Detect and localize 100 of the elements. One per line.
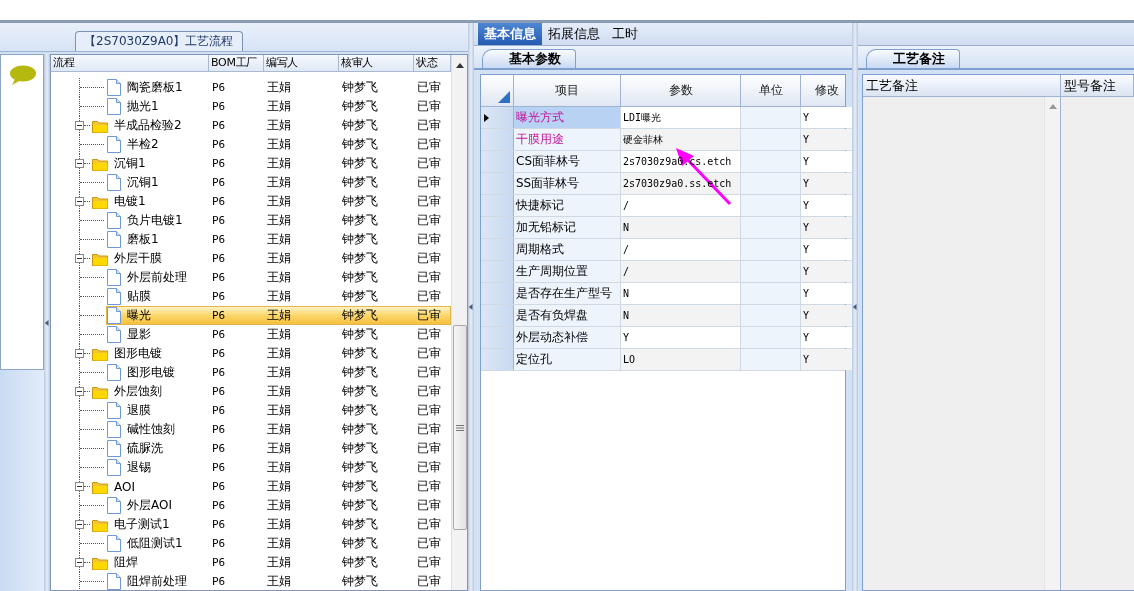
tree-row[interactable]: 外层干膜 P6 王娟 钟梦飞 已审 (91, 249, 451, 268)
collapse-icon[interactable] (75, 520, 84, 529)
table-cell[interactable]: Y (801, 283, 853, 304)
table-cell[interactable]: N (621, 305, 741, 326)
scroll-up-icon[interactable] (455, 62, 464, 70)
tree-row[interactable]: 半成品检验2 P6 王娟 钟梦飞 已审 (91, 116, 451, 135)
table-cell[interactable]: Y (801, 305, 853, 326)
tree-row[interactable]: 曝光 P6 王娟 钟梦飞 已审 (106, 306, 451, 325)
table-cell[interactable]: / (621, 261, 741, 282)
table-cell[interactable]: Y (801, 217, 853, 238)
panel-title-tab[interactable]: 【2S7030Z9A0】工艺流程 (75, 31, 243, 51)
tab[interactable]: 基本参数 (482, 49, 576, 68)
table-cell[interactable]: Y (801, 239, 853, 260)
collapse-icon[interactable] (75, 159, 84, 168)
tree-row[interactable]: 图形电镀 P6 王娟 钟梦飞 已审 (91, 344, 451, 363)
table-cell[interactable]: Y (801, 327, 853, 348)
tree-row[interactable]: 退锡 P6 王娟 钟梦飞 已审 (106, 458, 451, 477)
table-cell[interactable] (741, 217, 801, 238)
table-cell[interactable]: / (621, 195, 741, 216)
table-cell-text: P6 (211, 252, 227, 265)
table-cell[interactable]: N (621, 217, 741, 238)
table-cell[interactable] (741, 151, 801, 172)
tree-row[interactable]: 磨板1 P6 王娟 钟梦飞 已审 (106, 230, 451, 249)
tree-row[interactable]: 电镀1 P6 王娟 钟梦飞 已审 (91, 192, 451, 211)
node-label: 阻焊 (114, 554, 138, 571)
tree-row[interactable]: 阻焊 P6 王娟 钟梦飞 已审 (91, 553, 451, 572)
table-cell: 生产周期位置 (514, 261, 621, 282)
tree-row[interactable]: 阻焊前处理 P6 王娟 钟梦飞 已审 (106, 572, 451, 590)
column-header[interactable]: 流程 (51, 55, 209, 71)
collapse-arrow-icon[interactable] (44, 318, 50, 327)
table-cell[interactable]: 硬金菲林 (621, 129, 741, 150)
tree-row[interactable]: 沉铜1 P6 王娟 钟梦飞 已审 (91, 154, 451, 173)
tree-row[interactable]: 硫脲洗 P6 王娟 钟梦飞 已审 (106, 439, 451, 458)
table-cell[interactable]: Y (801, 195, 853, 216)
table-cell[interactable]: Y (621, 327, 741, 348)
tab[interactable]: 工时 (606, 23, 644, 45)
tab[interactable]: 工艺备注 (866, 49, 960, 68)
table-cell[interactable] (741, 107, 801, 128)
collapse-icon[interactable] (75, 387, 84, 396)
tree-row[interactable]: 负片电镀1 P6 王娟 钟梦飞 已审 (106, 211, 451, 230)
tree-row[interactable]: 外层AOI P6 王娟 钟梦飞 已审 (106, 496, 451, 515)
collapse-icon[interactable] (75, 197, 84, 206)
column-header[interactable]: 核审人 (339, 55, 414, 71)
table-cell[interactable]: LO (621, 349, 741, 370)
tree-row[interactable]: 电子测试1 P6 王娟 钟梦飞 已审 (91, 515, 451, 534)
tree-row[interactable]: 图形电镀 P6 王娟 钟梦飞 已审 (106, 363, 451, 382)
table-cell[interactable]: Y (801, 349, 853, 370)
table-cell[interactable]: Y (801, 129, 853, 150)
table-cell[interactable] (741, 173, 801, 194)
tree-row[interactable]: 碱性蚀刻 P6 王娟 钟梦飞 已审 (106, 420, 451, 439)
table-cell[interactable] (741, 327, 801, 348)
table-cell[interactable] (741, 239, 801, 260)
tree-row[interactable]: 抛光1 P6 王娟 钟梦飞 已审 (106, 97, 451, 116)
table-cell[interactable]: / (621, 239, 741, 260)
collapse-arrow-icon[interactable] (468, 303, 474, 311)
table-cell[interactable]: Y (801, 173, 853, 194)
column-header[interactable]: 参数 (621, 75, 741, 106)
row-header[interactable] (481, 107, 514, 128)
table-cell[interactable]: Y (801, 107, 853, 128)
column-header[interactable]: 型号备注 (1061, 75, 1134, 96)
tree-row[interactable]: 陶瓷磨板1 P6 王娟 钟梦飞 已审 (106, 78, 451, 97)
scroll-thumb[interactable] (452, 325, 467, 530)
tree-row[interactable]: 外层蚀刻 P6 王娟 钟梦飞 已审 (91, 382, 451, 401)
collapse-icon[interactable] (75, 349, 84, 358)
scrollbar[interactable] (451, 55, 467, 590)
tree-row[interactable]: 外层前处理 P6 王娟 钟梦飞 已审 (106, 268, 451, 287)
table-cell[interactable] (741, 195, 801, 216)
table-cell[interactable]: Y (801, 261, 853, 282)
tree-row[interactable]: 低阻测试1 P6 王娟 钟梦飞 已审 (106, 534, 451, 553)
table-cell[interactable] (741, 349, 801, 370)
tree-row[interactable]: 贴膜 P6 王娟 钟梦飞 已审 (106, 287, 451, 306)
tree-row[interactable]: 退膜 P6 王娟 钟梦飞 已审 (106, 401, 451, 420)
table-cell[interactable] (741, 305, 801, 326)
tree-row[interactable]: AOI P6 王娟 钟梦飞 已审 (91, 477, 451, 496)
table-cell[interactable]: LDI曝光 (621, 107, 741, 128)
table-cell[interactable] (741, 129, 801, 150)
document-icon (107, 288, 121, 305)
tab[interactable]: 基本信息 (478, 23, 542, 45)
collapse-icon[interactable] (75, 482, 84, 491)
column-header[interactable]: 工艺备注 (863, 75, 1061, 96)
table-cell[interactable] (741, 283, 801, 304)
column-header[interactable]: 编写人 (264, 55, 339, 71)
table-cell[interactable]: N (621, 283, 741, 304)
tree-row[interactable]: 沉铜1 P6 王娟 钟梦飞 已审 (106, 173, 451, 192)
scrollbar[interactable] (1044, 97, 1060, 590)
tab[interactable]: 拓展信息 (542, 23, 606, 45)
collapse-icon[interactable] (75, 121, 84, 130)
speech-bubble-icon[interactable] (9, 65, 37, 85)
tree-row[interactable]: 显影 P6 王娟 钟梦飞 已审 (106, 325, 451, 344)
table-cell[interactable]: Y (801, 151, 853, 172)
collapse-arrow-icon[interactable] (852, 303, 858, 311)
column-header[interactable]: 项目 (514, 75, 621, 106)
collapse-icon[interactable] (75, 558, 84, 567)
table-cell[interactable] (741, 261, 801, 282)
collapse-icon[interactable] (75, 254, 84, 263)
tree-row[interactable]: 半检2 P6 王娟 钟梦飞 已审 (106, 135, 451, 154)
corner-icon[interactable] (498, 91, 510, 103)
table-cell-text: 钟梦飞 (341, 364, 379, 381)
column-header[interactable]: 单位 (741, 75, 801, 106)
column-header[interactable]: BOM工厂 (209, 55, 264, 71)
